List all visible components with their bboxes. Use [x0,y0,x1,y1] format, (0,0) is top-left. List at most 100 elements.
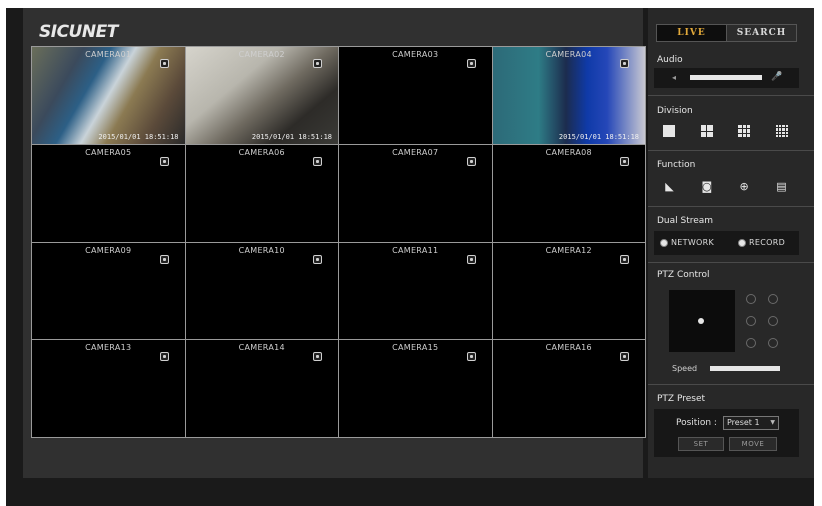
camera-cell-5[interactable]: CAMERA05 [32,144,185,242]
preset-select[interactable]: Preset 1 ▼ [723,416,779,430]
mode-tabs: LIVE SEARCH [656,24,797,42]
zoom-in-icon[interactable] [746,294,756,304]
iris-close-icon[interactable] [768,338,778,348]
camera-cell-7[interactable]: CAMERA07 [339,144,492,242]
divider [648,384,814,385]
snapshot-icon[interactable] [466,156,476,166]
snapshot-icon[interactable] [159,156,169,166]
camera-cell-16[interactable]: CAMERA16 [492,340,645,437]
camera-label: CAMERA16 [545,343,592,353]
brand-logo: SICUNET [39,22,118,42]
chevron-down-icon: ▼ [770,419,775,426]
camera-label: CAMERA13 [85,343,132,353]
camera-cell-9[interactable]: CAMERA09 [32,242,185,340]
snapshot-icon[interactable] [620,352,629,362]
corner-arrow-icon[interactable]: ◣ [663,180,676,193]
layout-1-icon[interactable] [663,125,675,137]
function-title: Function [657,160,696,170]
division-buttons [663,125,788,137]
camera-grid: CAMERA01 2015/01/01 18:51:18 CAMERA02 20… [31,46,646,438]
camera-cell-1[interactable]: CAMERA01 2015/01/01 18:51:18 [32,47,185,144]
camera-label: CAMERA03 [392,50,439,59]
layout-16-icon[interactable] [775,125,788,137]
print-icon[interactable]: ▤ [775,180,788,193]
divider [648,262,814,263]
camera-cell-4[interactable]: CAMERA04 2015/01/01 18:51:18 [492,47,645,144]
snapshot-icon[interactable] [159,254,169,264]
microphone-icon[interactable]: 🎤 [771,72,782,82]
snapshot-icon[interactable] [313,59,322,68]
snapshot-icon[interactable] [159,59,169,68]
radio-network[interactable] [660,238,668,247]
network-label: NETWORK [671,238,715,247]
camera-cell-2[interactable]: CAMERA02 2015/01/01 18:51:18 [185,47,338,144]
divider [648,206,814,207]
snapshot-icon[interactable] [313,156,322,166]
camera-cell-11[interactable]: CAMERA11 [339,242,492,340]
zoom-icon[interactable]: ⊕ [738,180,751,193]
camera-label: CAMERA06 [238,147,285,157]
camera-cell-10[interactable]: CAMERA10 [185,242,338,340]
iris-open-icon[interactable] [746,338,756,348]
snapshot-icon[interactable] [466,254,476,264]
position-label: Position : [676,418,717,428]
camera-label: CAMERA11 [392,245,439,255]
camera-cell-3[interactable]: CAMERA03 [339,47,492,144]
camera-cell-8[interactable]: CAMERA08 [492,144,645,242]
network-option[interactable]: NETWORK [660,238,714,247]
speed-label: Speed [672,364,698,373]
tab-live[interactable]: LIVE [656,24,727,42]
record-option[interactable]: RECORD [738,238,785,247]
snapshot-icon[interactable] [159,352,169,362]
ptz-preset-title: PTZ Preset [657,394,706,404]
division-title: Division [657,106,693,116]
audio-volume-slider[interactable] [690,75,762,80]
camera-timestamp: 2015/01/01 18:51:18 [558,132,639,141]
camera-label: CAMERA07 [392,147,439,157]
layout-4-icon[interactable] [700,125,713,137]
camera-label: CAMERA04 [545,50,592,59]
tab-search[interactable]: SEARCH [727,24,797,42]
divider [648,95,814,96]
camera-label: CAMERA14 [238,343,285,353]
camera-cell-12[interactable]: CAMERA12 [492,242,645,340]
camera-label: CAMERA12 [545,245,592,255]
camera-label: CAMERA15 [392,343,439,353]
camera-cell-14[interactable]: CAMERA14 [185,340,338,437]
camera-cell-6[interactable]: CAMERA06 [185,144,338,242]
ptz-joystick-handle[interactable] [698,318,704,324]
camera-cell-13[interactable]: CAMERA13 [32,340,185,437]
camera-timestamp: 2015/01/01 18:51:18 [98,132,179,141]
camera-label: CAMERA05 [85,147,132,157]
zoom-out-icon[interactable] [768,294,778,304]
focus-far-icon[interactable] [768,316,778,326]
record-label: RECORD [749,238,786,247]
preset-move-button[interactable]: MOVE [729,437,777,451]
snapshot-icon[interactable] [313,254,322,264]
audio-title: Audio [657,55,683,65]
dual-stream-title: Dual Stream [657,216,714,226]
divider [648,150,814,151]
radio-record[interactable] [738,238,747,247]
camera-label: CAMERA10 [238,245,285,255]
snapshot-icon[interactable] [620,59,629,68]
snapshot-icon[interactable] [466,352,476,362]
ptz-speed-slider[interactable] [710,366,780,371]
function-buttons: ◣ ◙ ⊕ ▤ [663,180,788,193]
camera-label: CAMERA01 [85,50,132,59]
ptz-control-title: PTZ Control [657,270,710,280]
layout-9-icon[interactable] [738,125,751,137]
preset-set-button[interactable]: SET [678,437,724,451]
snapshot-icon[interactable] [620,156,629,166]
camera-label: CAMERA09 [85,245,132,255]
snapshot-icon[interactable] [313,352,322,362]
focus-near-icon[interactable] [746,316,756,326]
camera-cell-15[interactable]: CAMERA15 [339,340,492,437]
speaker-icon[interactable]: ◂ [672,73,676,82]
camera-capture-icon[interactable]: ◙ [700,180,713,193]
dual-stream-options: NETWORK RECORD [660,238,785,247]
snapshot-icon[interactable] [620,254,629,264]
snapshot-icon[interactable] [466,59,476,68]
preset-select-value: Preset 1 [727,418,760,427]
camera-timestamp: 2015/01/01 18:51:18 [251,132,332,141]
